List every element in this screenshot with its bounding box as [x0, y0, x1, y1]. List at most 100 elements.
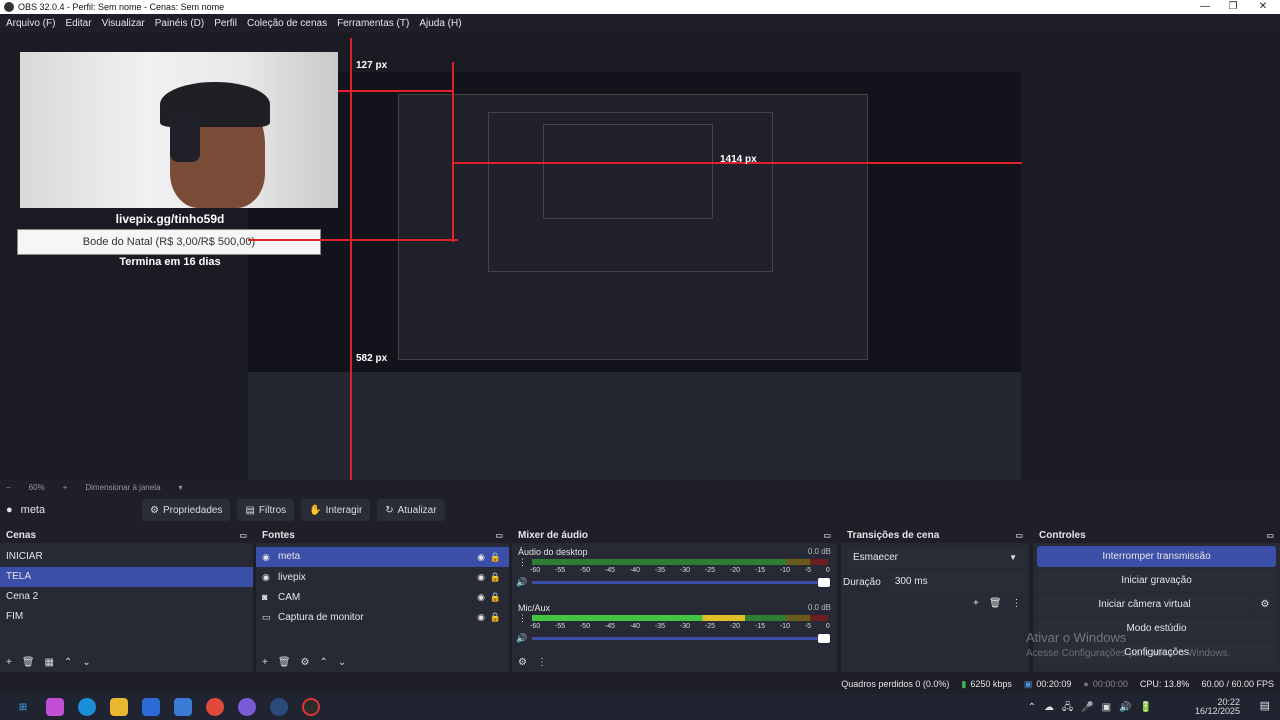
eye-icon[interactable]: ◉ [477, 592, 485, 603]
scene-filters-icon[interactable]: ▦ [45, 657, 54, 668]
copilot-icon[interactable] [46, 698, 64, 716]
maximize-button[interactable]: ❐ [1218, 0, 1248, 14]
scene-item-fim[interactable]: FIM [0, 607, 253, 627]
volume-slider[interactable] [532, 578, 830, 587]
minimize-button[interactable]: — [1190, 0, 1220, 14]
add-transition-icon[interactable]: + [973, 598, 979, 609]
menu-view[interactable]: Visualizar [102, 18, 145, 29]
zoom-level: 60% [28, 482, 45, 492]
stop-stream-button[interactable]: Interromper transmissão [1037, 546, 1276, 567]
zoom-mode-select[interactable]: Dimensionar à janela [85, 483, 160, 492]
add-scene-icon[interactable]: + [6, 657, 12, 668]
start-virtual-cam-button[interactable]: Iniciar câmera virtual [1037, 594, 1252, 615]
speaker-icon[interactable]: 🔊 [516, 577, 527, 588]
add-source-icon[interactable]: + [262, 657, 268, 668]
move-down-icon[interactable]: ⌄ [82, 657, 90, 668]
menu-tools[interactable]: Ferramentas (T) [337, 18, 409, 29]
source-item-label: CAM [278, 591, 301, 603]
scene-item-iniciar[interactable]: INICIAR [0, 547, 253, 567]
system-tray[interactable]: ⌃☁🖧🎤▣🔊🔋 [1028, 700, 1160, 717]
remove-scene-icon[interactable]: 🗑 [22, 657, 35, 668]
eye-icon[interactable]: ◉ [477, 547, 485, 567]
edge-icon[interactable] [78, 698, 96, 716]
move-down-icon[interactable]: ⌄ [338, 657, 346, 668]
clock[interactable]: 20:22 16/12/2025 [1195, 698, 1240, 716]
webcam-source[interactable] [20, 52, 338, 208]
lock-icon[interactable]: 🔒 [490, 612, 501, 623]
preview-area[interactable]: livepix.gg/tinho59d Bode do Natal (R$ 3,… [0, 32, 1280, 480]
gear-icon[interactable]: ⚙ [301, 657, 310, 668]
speaker-icon[interactable]: 🔊 [516, 633, 527, 644]
menu-profile[interactable]: Perfil [214, 18, 237, 29]
discord-icon[interactable] [238, 698, 256, 716]
source-item-meta[interactable]: ◉ meta ◉ 🔒 [256, 547, 509, 567]
remove-transition-icon[interactable]: 🗑 [989, 598, 1002, 609]
volume-slider-knob[interactable] [818, 634, 830, 643]
meter-tick: 0 [825, 623, 830, 630]
chrome-icon[interactable] [206, 698, 224, 716]
menu-edit[interactable]: Editar [65, 18, 91, 29]
menu-docks[interactable]: Painéis (D) [155, 18, 204, 29]
interact-button[interactable]: ✋ Interagir [301, 499, 371, 521]
scene-item-cena-2[interactable]: Cena 2 [0, 587, 253, 607]
more-vertical-icon[interactable]: ⋮ [518, 613, 527, 624]
duration-input[interactable]: 300 ms [888, 573, 1023, 591]
menu-scene-collection[interactable]: Coleção de cenas [247, 18, 327, 29]
close-button[interactable]: ✕ [1248, 0, 1278, 14]
more-vertical-icon[interactable]: ⋮ [1012, 598, 1022, 609]
bitrate: 6250 kbps [970, 679, 1012, 689]
file-explorer-icon[interactable] [110, 698, 128, 716]
menu-file[interactable]: Arquivo (F) [6, 18, 55, 29]
obs-icon[interactable] [302, 698, 320, 716]
source-item-cam[interactable]: ◙ CAM ◉ 🔒 [256, 587, 509, 607]
undock-icon[interactable]: ▭ [239, 531, 247, 540]
lock-icon[interactable]: 🔒 [490, 592, 501, 603]
source-item-livepix[interactable]: ◉ livepix ◉ 🔒 [256, 567, 509, 587]
start-recording-button[interactable]: Iniciar gravação [1037, 570, 1276, 591]
signal-icon: ▮ [961, 678, 967, 689]
meter-tick: -50 [579, 567, 591, 574]
eye-icon[interactable]: ◉ [477, 612, 485, 623]
undock-icon[interactable]: ▭ [1015, 531, 1023, 540]
undock-icon[interactable]: ▭ [495, 531, 503, 540]
nested-preview-3 [543, 124, 713, 219]
zoom-in-button[interactable]: + [63, 483, 68, 492]
preview-canvas[interactable] [248, 72, 1021, 480]
meter-tick: -10 [779, 567, 790, 574]
move-up-icon[interactable]: ⌃ [64, 657, 72, 668]
lock-icon[interactable]: 🔒 [490, 547, 501, 567]
steam-icon[interactable] [270, 698, 288, 716]
windows-start-icon[interactable]: ⊞ [14, 698, 32, 716]
zoom-out-button[interactable]: − [6, 483, 11, 492]
source-toolbar: ● meta ⚙ Propriedades ▤ Filtros ✋ Intera… [0, 497, 1280, 523]
properties-button[interactable]: ⚙ Propriedades [142, 499, 231, 521]
undock-icon[interactable]: ▭ [823, 531, 831, 540]
more-vertical-icon[interactable]: ⋮ [518, 557, 527, 568]
menu-help[interactable]: Ajuda (H) [419, 18, 461, 29]
volume-meter-level [532, 615, 746, 621]
gear-icon[interactable]: ⚙ [1254, 594, 1276, 615]
volume-slider-knob[interactable] [818, 578, 830, 587]
transition-select[interactable]: Esmaecer ▼ [847, 549, 1023, 567]
source-item-captura[interactable]: ▭ Captura de monitor ◉ 🔒 [256, 607, 509, 627]
remove-source-icon[interactable]: 🗑 [278, 657, 291, 668]
monitor-icon: ▭ [262, 611, 271, 622]
move-up-icon[interactable]: ⌃ [320, 657, 328, 668]
volume-slider[interactable] [532, 634, 830, 643]
meter-tick: -60 [530, 567, 541, 574]
clock-date: 16/12/2025 [1194, 706, 1240, 716]
refresh-button[interactable]: ↻ Atualizar [377, 499, 445, 521]
notification-icon[interactable]: ▤ [1260, 699, 1270, 712]
gear-icon[interactable]: ⚙ [518, 657, 527, 668]
store-icon[interactable] [142, 698, 160, 716]
scene-item-tela[interactable]: TELA [0, 567, 253, 587]
more-vertical-icon[interactable]: ⋮ [537, 657, 547, 668]
chevron-down-icon[interactable]: ▾ [179, 483, 183, 492]
undock-icon[interactable]: ▭ [1266, 531, 1274, 540]
channel-name: Áudio do desktop [518, 547, 588, 557]
app-icon[interactable] [174, 698, 192, 716]
eye-icon[interactable]: ◉ [477, 572, 485, 583]
transition-actions: + 🗑 ⋮ [973, 598, 1022, 609]
lock-icon[interactable]: 🔒 [490, 572, 501, 583]
filters-button[interactable]: ▤ Filtros [237, 499, 295, 521]
